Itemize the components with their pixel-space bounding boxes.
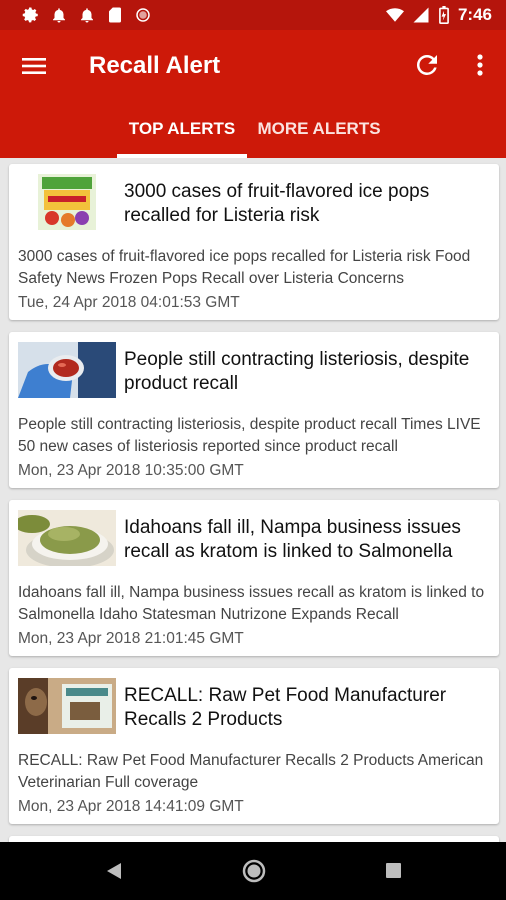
alert-title[interactable]: 3000 cases of fruit-flavored ice pops re… [124, 180, 492, 228]
hamburger-menu-icon[interactable] [20, 52, 48, 80]
bell-icon [81, 8, 93, 23]
circle-icon [136, 8, 150, 22]
alert-description: Idahoans fall ill, Nampa business issues… [18, 584, 485, 623]
recents-square-icon[interactable] [385, 862, 402, 879]
sd-card-icon [109, 7, 121, 23]
app-title: Recall Alert [89, 52, 221, 79]
back-triangle-icon[interactable] [104, 861, 124, 881]
bell-icon [53, 8, 65, 23]
alert-description: RECALL: Raw Pet Food Manufacturer Recall… [18, 752, 484, 791]
alert-feed[interactable]: 3000 cases of fruit-flavored ice pops re… [0, 158, 506, 842]
more-vert-icon[interactable] [470, 50, 490, 80]
alert-title[interactable]: Idahoans fall ill, Nampa business issues… [124, 516, 492, 564]
alert-card[interactable]: People still contracting listeriosis, de… [9, 332, 499, 488]
gear-icon [22, 7, 38, 23]
alert-date: Tue, 24 Apr 2018 04:01:53 GMT [18, 294, 240, 311]
signal-icon [413, 7, 429, 23]
alert-date: Mon, 23 Apr 2018 10:35:00 GMT [18, 462, 244, 479]
alert-date: Mon, 23 Apr 2018 21:01:45 GMT [18, 630, 244, 647]
alert-title[interactable]: People still contracting listeriosis, de… [124, 348, 492, 396]
alert-title[interactable]: RECALL: Raw Pet Food Manufacturer Recall… [124, 684, 492, 732]
ice-pops-box-image [18, 174, 116, 230]
refresh-icon[interactable] [412, 50, 442, 80]
app-bar: Recall Alert TOP ALERTS MORE ALERTS [0, 30, 506, 158]
alert-description: People still contracting listeriosis, de… [18, 416, 481, 455]
alert-card[interactable]: 3000 cases of fruit-flavored ice pops re… [9, 164, 499, 320]
tab-top-alerts[interactable]: TOP ALERTS [117, 116, 247, 158]
alert-description: 3000 cases of fruit-flavored ice pops re… [18, 248, 471, 287]
alert-date: Mon, 23 Apr 2018 14:41:09 GMT [18, 798, 244, 815]
home-circle-icon[interactable] [242, 859, 266, 883]
tab-more-alerts[interactable]: MORE ALERTS [255, 116, 383, 158]
alert-card[interactable]: RECALL: Raw Pet Food Manufacturer Recall… [9, 668, 499, 824]
wifi-icon [385, 8, 404, 22]
system-nav-bar [0, 842, 506, 900]
status-time: 7:46 [457, 5, 492, 24]
kratom-powder-image [18, 510, 116, 566]
petri-dish-glove-image [18, 342, 116, 398]
status-bar: 7:46 [0, 0, 506, 30]
dog-pet-food-image [18, 678, 116, 734]
alert-card[interactable]: Idahoans fall ill, Nampa business issues… [9, 500, 499, 656]
battery-icon [439, 6, 449, 24]
